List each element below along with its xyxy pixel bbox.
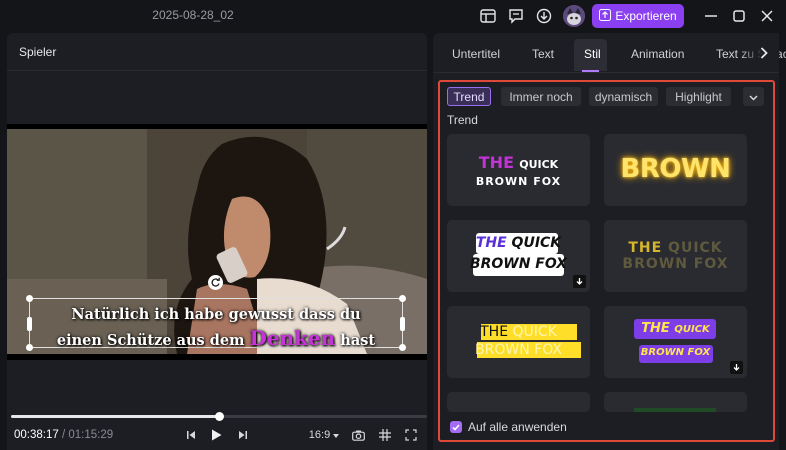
title-bar: 2025-08-28_02 Exportieren	[0, 0, 786, 32]
rotate-handle-icon[interactable]	[208, 275, 223, 290]
export-button[interactable]: Exportieren	[592, 4, 684, 28]
feedback-icon[interactable]	[506, 6, 526, 26]
resize-handle[interactable]	[399, 295, 406, 302]
total-time: 01:15:29	[68, 429, 114, 441]
timecode: 00:38:17 / 01:15:29	[14, 429, 114, 441]
chevron-right-icon[interactable]	[757, 45, 771, 61]
maximize-icon[interactable]	[729, 6, 749, 26]
properties-panel: Untertitel Text Stil Animation Text zu S…	[433, 33, 786, 450]
previous-frame-icon[interactable]	[184, 427, 198, 443]
user-avatar[interactable]	[563, 5, 585, 27]
aspect-ratio-dropdown[interactable]: 16:9	[307, 427, 341, 443]
active-tab-underline	[582, 70, 599, 72]
upload-icon	[599, 8, 612, 24]
video-preview[interactable]: Natürlich ich habe gewusst dass du einen…	[7, 124, 427, 360]
caret-down-icon	[333, 429, 340, 441]
playback-scrubber[interactable]	[11, 412, 427, 421]
tab-stil[interactable]: Stil	[584, 47, 601, 61]
player-title: Spieler	[19, 45, 57, 59]
tab-text[interactable]: Text	[532, 47, 554, 61]
current-time: 00:38:17	[14, 429, 59, 441]
player-header: Spieler	[7, 33, 427, 71]
player-panel: Spieler Natürlich ich habe gewusst dass …	[7, 33, 427, 450]
tab-untertitel[interactable]: Untertitel	[452, 47, 500, 61]
fullscreen-icon[interactable]	[404, 427, 418, 443]
snapshot-icon[interactable]	[351, 427, 365, 443]
subtitle-highlight-word: Denken	[249, 326, 336, 350]
subtitle-selection-box[interactable]: Natürlich ich habe gewusst dass du einen…	[26, 295, 406, 351]
resize-handle[interactable]	[26, 295, 33, 302]
layout-icon[interactable]	[478, 6, 498, 26]
play-icon[interactable]	[209, 427, 223, 443]
subtitle-line-1: Natürlich ich habe gewusst dass du	[71, 306, 361, 323]
close-icon[interactable]	[757, 6, 777, 26]
tab-bar: Untertitel Text Stil Animation Text zu S…	[433, 33, 786, 73]
download-icon[interactable]	[534, 6, 554, 26]
aspect-ratio-value: 16:9	[308, 429, 331, 441]
subtitle-line-2: einen Schütze aus dem Denken hast	[56, 326, 376, 350]
scrubber-knob[interactable]	[215, 412, 224, 421]
project-title: 2025-08-28_02	[152, 8, 234, 22]
tab-animation[interactable]: Animation	[631, 47, 684, 61]
grid-icon[interactable]	[378, 427, 392, 443]
next-frame-icon[interactable]	[236, 427, 250, 443]
minimize-icon[interactable]	[701, 6, 721, 26]
export-label: Exportieren	[615, 9, 677, 23]
scrubber-progress	[11, 415, 219, 418]
highlight-frame	[438, 80, 775, 442]
